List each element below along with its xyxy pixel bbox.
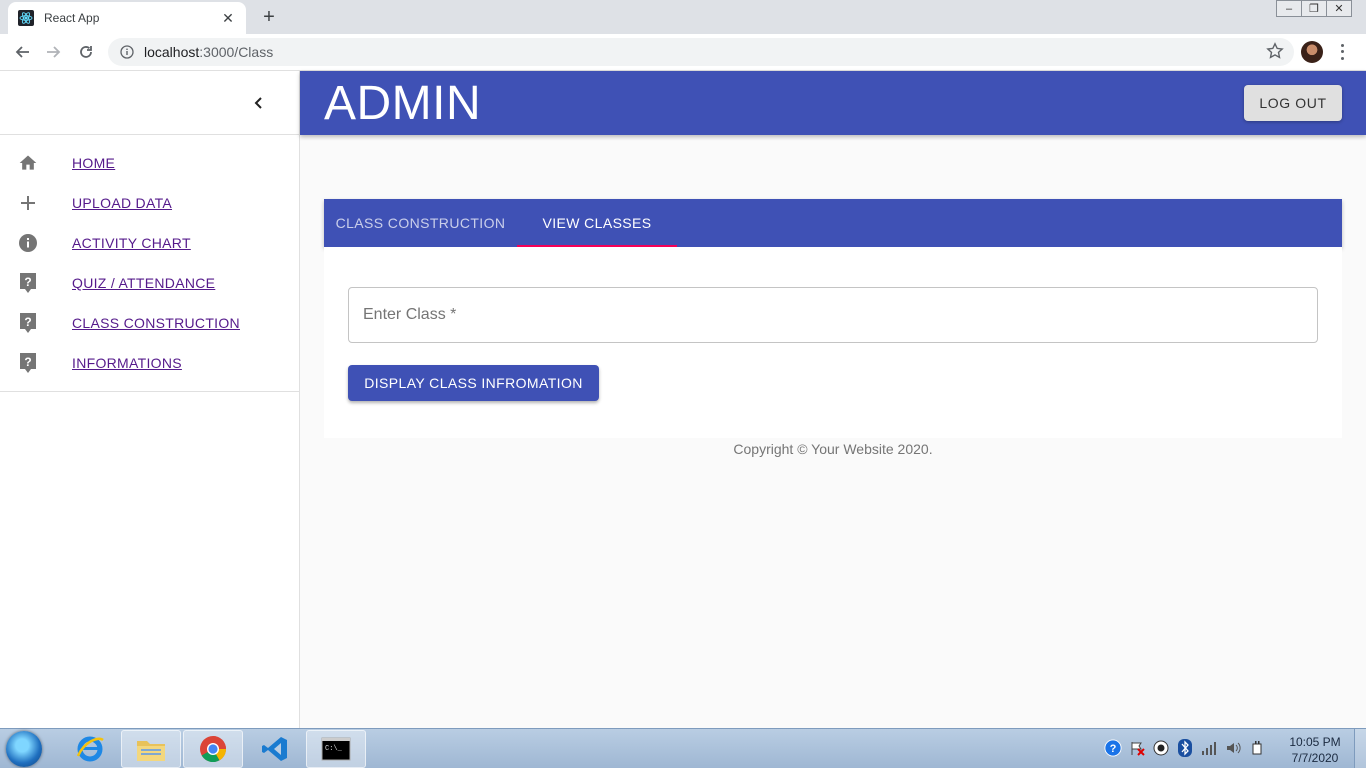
browser-tab[interactable]: React App ✕ (8, 2, 246, 34)
logout-button[interactable]: LOG OUT (1244, 85, 1342, 121)
show-desktop-button[interactable] (1354, 729, 1366, 768)
view-classes-panel: DISPLAY CLASS INFROMATION (324, 247, 1342, 438)
tabs-bar: CLASS CONSTRUCTION VIEW CLASSES (324, 199, 1342, 247)
sidebar-item-quiz-attendance[interactable]: ? QUIZ / ATTENDANCE (0, 263, 299, 303)
clock-time: 10:05 PM (1289, 735, 1341, 749)
tab-view-classes[interactable]: VIEW CLASSES (517, 199, 677, 247)
browser-menu-icon[interactable] (1338, 42, 1346, 62)
info-icon (16, 231, 40, 255)
address-bar[interactable]: localhost:3000/Class (108, 38, 1294, 66)
sidebar-item-label[interactable]: CLASS CONSTRUCTION (72, 315, 240, 331)
back-arrow-icon[interactable] (10, 40, 34, 64)
sidebar-item-label[interactable]: QUIZ / ATTENDANCE (72, 275, 215, 291)
url-host: localhost (144, 44, 200, 60)
volume-icon[interactable] (1224, 739, 1242, 757)
record-icon[interactable] (1152, 739, 1170, 757)
window-close-icon[interactable]: ✕ (1326, 0, 1352, 17)
tab-class-construction[interactable]: CLASS CONSTRUCTION (324, 199, 517, 247)
power-plug-icon[interactable] (1248, 739, 1266, 757)
site-info-icon[interactable] (120, 45, 134, 59)
help-icon: ? (16, 351, 40, 375)
action-center-flag-icon[interactable] (1128, 739, 1146, 757)
sidebar-header (0, 71, 299, 135)
home-icon (16, 151, 40, 175)
help-circle-icon[interactable]: ? (1104, 739, 1122, 757)
profile-avatar[interactable] (1301, 41, 1323, 63)
minimize-icon[interactable]: – (1276, 0, 1302, 17)
class-input[interactable] (348, 287, 1318, 343)
svg-text:?: ? (24, 275, 31, 289)
system-clock[interactable]: 10:05 PM 7/7/2020 (1282, 734, 1348, 766)
close-tab-icon[interactable]: ✕ (220, 10, 236, 27)
page-title: ADMIN (324, 77, 482, 130)
sidebar-item-activity-chart[interactable]: ACTIVITY CHART (0, 223, 299, 263)
svg-text:?: ? (24, 355, 31, 369)
sidebar-item-class-construction[interactable]: ? CLASS CONSTRUCTION (0, 303, 299, 343)
forward-arrow-icon[interactable] (42, 40, 66, 64)
vscode-icon[interactable] (245, 730, 305, 768)
sidebar-item-label[interactable]: INFORMATIONS (72, 355, 182, 371)
browser-toolbar: localhost:3000/Class (0, 34, 1366, 71)
display-class-info-button[interactable]: DISPLAY CLASS INFROMATION (348, 365, 599, 401)
network-signal-icon[interactable] (1200, 739, 1218, 757)
sidebar: HOME UPLOAD DATA ACTIVITY CHART ? QUIZ /… (0, 71, 300, 728)
reload-icon[interactable] (74, 40, 98, 64)
url-path: :3000/Class (199, 44, 274, 60)
system-tray: ? (1104, 739, 1266, 757)
windows-taskbar: C:\_ ? 10:05 PM 7/7/2020 (0, 728, 1366, 768)
browser-tab-title: React App (44, 11, 100, 25)
sidebar-item-informations[interactable]: ? INFORMATIONS (0, 343, 299, 383)
sidebar-item-home[interactable]: HOME (0, 143, 299, 183)
sidebar-item-label[interactable]: HOME (72, 155, 115, 171)
react-logo-icon (18, 10, 34, 26)
sidebar-item-upload-data[interactable]: UPLOAD DATA (0, 183, 299, 223)
copyright-text: Copyright © Your Website 2020. (733, 441, 933, 457)
browser-tabstrip: React App ✕ + – ❐ ✕ (0, 0, 1366, 34)
new-tab-icon[interactable]: + (258, 6, 280, 28)
file-explorer-icon[interactable] (121, 730, 181, 768)
chrome-icon[interactable] (183, 730, 243, 768)
svg-text:C:\_: C:\_ (325, 745, 343, 753)
bookmark-star-icon[interactable] (1266, 42, 1284, 65)
restore-icon[interactable]: ❐ (1301, 0, 1327, 17)
sidebar-item-label[interactable]: UPLOAD DATA (72, 195, 172, 211)
window-controls: – ❐ ✕ (1276, 0, 1352, 17)
command-prompt-icon[interactable]: C:\_ (306, 730, 366, 768)
plus-icon (16, 191, 40, 215)
sidebar-nav: HOME UPLOAD DATA ACTIVITY CHART ? QUIZ /… (0, 135, 299, 392)
svg-text:?: ? (24, 315, 31, 329)
internet-explorer-icon[interactable] (60, 730, 120, 768)
help-icon: ? (16, 271, 40, 295)
help-icon: ? (16, 311, 40, 335)
app-header: ADMIN LOG OUT (300, 71, 1366, 135)
sidebar-item-label[interactable]: ACTIVITY CHART (72, 235, 191, 251)
start-button-icon[interactable] (6, 731, 42, 767)
clock-date: 7/7/2020 (1291, 751, 1339, 765)
svg-text:?: ? (1110, 743, 1117, 755)
chevron-left-icon[interactable] (247, 91, 271, 115)
bluetooth-icon[interactable] (1176, 739, 1194, 757)
